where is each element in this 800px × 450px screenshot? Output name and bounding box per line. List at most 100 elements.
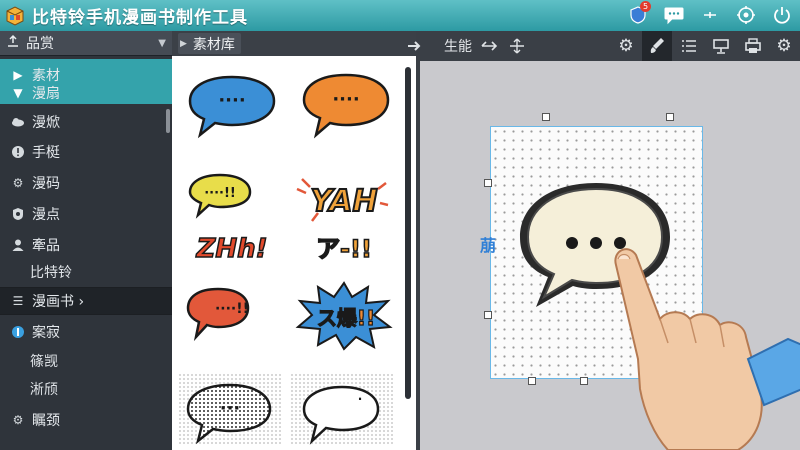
title-bar: 比特铃手机漫画书制作工具 5 (0, 0, 800, 31)
tab-label: 素材库 (192, 36, 235, 53)
sidebar-item-code[interactable]: ⚙ 漫码 (0, 170, 172, 196)
presentation-button[interactable] (706, 31, 736, 61)
sidebar-item-label: 瞩颈 (32, 413, 60, 429)
crosshair-icon (737, 6, 755, 24)
explosion-sound-effect-sticker[interactable]: ス爆!! (294, 281, 394, 351)
printer-icon (745, 38, 761, 53)
power-button[interactable] (770, 3, 794, 27)
chevron-down-icon: ▼ (158, 37, 166, 49)
move-icon (510, 38, 524, 54)
sidebar-item-settings[interactable]: ⚙ 瞩颈 (0, 407, 172, 433)
material-scrollbar[interactable] (405, 67, 411, 399)
sidebar-item-label: 漫点 (32, 207, 60, 223)
yah-sound-effect-sticker[interactable]: YAH (292, 169, 392, 227)
minimize-icon (704, 12, 716, 18)
brush-tool-button[interactable] (642, 31, 672, 61)
gear-button[interactable]: ⚙ (770, 31, 798, 61)
print-button[interactable] (738, 31, 768, 61)
sticker-text: · (358, 392, 363, 406)
chat-icon (664, 7, 684, 25)
sidebar-item-case[interactable]: 案寂 (0, 319, 172, 345)
sticker-text: ア-!! (316, 235, 372, 263)
arrow-right-button[interactable] (400, 31, 430, 61)
badge-icon (10, 207, 26, 221)
speech-bubble-red-sticker[interactable]: ····!! (186, 283, 278, 343)
sticker-text: YAH (310, 184, 377, 219)
settings-button[interactable]: ⚙ (612, 31, 640, 61)
list-button[interactable] (674, 31, 704, 61)
gear-icon: ⚙ (12, 176, 24, 190)
sidebar-item-sub-2[interactable]: 淅颀 (0, 376, 172, 402)
ruler-mark (484, 311, 492, 319)
material-panel-header: ▶ 素材库 (172, 31, 416, 56)
sidebar-item-comic-fan[interactable]: ▼ 漫扇 (0, 80, 172, 106)
sidebar-item-bitling[interactable]: 比特铃 (0, 259, 172, 285)
shield-notification-button[interactable]: 5 (626, 1, 651, 27)
alert-icon (10, 145, 26, 159)
sidebar-item-label: 淅颀 (30, 382, 58, 398)
sticker-text: ···· (218, 90, 245, 111)
ruler-mark (528, 377, 536, 385)
sticker-text: ス爆!! (317, 306, 375, 330)
sticker-text: ZHh! (196, 234, 268, 264)
sidebar-item-label: 牽品 (32, 238, 60, 254)
help-icon (10, 325, 26, 339)
app-logo-icon (4, 5, 26, 27)
speech-bubble-yellow-sticker[interactable]: ····!! (186, 169, 286, 219)
arrow-right-icon (408, 41, 421, 51)
sticker-text: ····!! (204, 186, 236, 201)
speech-bubble-outline-sticker[interactable]: · (290, 373, 394, 445)
tab-material-library[interactable]: ▶ 素材库 (178, 33, 241, 54)
target-button[interactable] (734, 3, 758, 27)
power-icon (774, 7, 790, 24)
sidebar-item-label: 漫码 (32, 176, 60, 192)
sticker-text: ··· (220, 398, 241, 419)
sidebar-item-label: 漫画书 › (32, 294, 85, 310)
gear-icon: ⚙ (12, 413, 24, 427)
speech-bubble-halftone-sticker[interactable]: ··· (178, 373, 282, 445)
chat-button[interactable] (662, 3, 686, 27)
sidebar-item-label: 篠觊 (30, 354, 58, 370)
move-button[interactable] (502, 31, 532, 61)
a-sound-effect-sticker[interactable]: ア-!! (298, 227, 394, 269)
sidebar-item-point[interactable]: 漫点 (0, 201, 172, 227)
speech-bubble-blue-sticker[interactable]: ···· (186, 73, 278, 139)
sidebar-scrollbar[interactable] (166, 109, 170, 133)
sidebar-header[interactable]: 品赏 ▼ (0, 31, 172, 56)
speech-bubble-orange-sticker[interactable]: ···· (300, 71, 392, 139)
sidebar-item-label: 漫焮 (32, 115, 60, 131)
editor-toolbar: 生能 ⚙ ⚙ (408, 31, 800, 61)
cloud-icon (10, 117, 26, 127)
sidebar-item-comic-book[interactable]: ☰ 漫画书 › (0, 288, 172, 314)
sidebar-item-label: 案寂 (32, 325, 60, 341)
pointing-hand-icon (614, 248, 800, 450)
swap-button[interactable] (474, 31, 504, 61)
sidebar-item-label: 比特铃 (30, 265, 72, 281)
canvas-side-label: 萠 (480, 236, 497, 255)
gear-icon: ⚙ (618, 36, 634, 56)
sidebar-item-label: 漫扇 (32, 86, 60, 102)
material-panel: ▶ 素材库 ···· ···· ····!! YAH ZHh! ア-!! ···… (172, 31, 416, 450)
sidebar-header-label: 品赏 (26, 36, 54, 52)
minimize-button[interactable] (698, 3, 722, 27)
app-title: 比特铃手机漫画书制作工具 (32, 8, 248, 28)
sidebar-item-handwrite[interactable]: 手梃 (0, 139, 172, 165)
gear-icon: ⚙ (776, 36, 792, 56)
notification-badge: 5 (640, 1, 651, 12)
list-icon (682, 40, 696, 52)
sidebar-item-sub-1[interactable]: 篠觊 (0, 348, 172, 374)
sticker-text: ···· (332, 89, 359, 110)
sticker-text: ····!! (215, 301, 249, 317)
presentation-icon (713, 39, 729, 54)
triangle-right-icon: ▶ (180, 38, 187, 49)
ruler-mark (484, 179, 492, 187)
sidebar-item-products[interactable]: 牽品 (0, 232, 172, 258)
ruler-mark (580, 377, 588, 385)
ruler-mark (666, 113, 674, 121)
zhh-sound-effect-sticker[interactable]: ZHh! (184, 225, 284, 269)
sidebar-item-label: 手梃 (32, 145, 60, 161)
triangle-down-icon: ▼ (13, 86, 23, 100)
brush-icon (650, 38, 664, 53)
editor-canvas[interactable] (420, 61, 800, 450)
sidebar-item-comic-1[interactable]: 漫焮 (0, 109, 172, 135)
